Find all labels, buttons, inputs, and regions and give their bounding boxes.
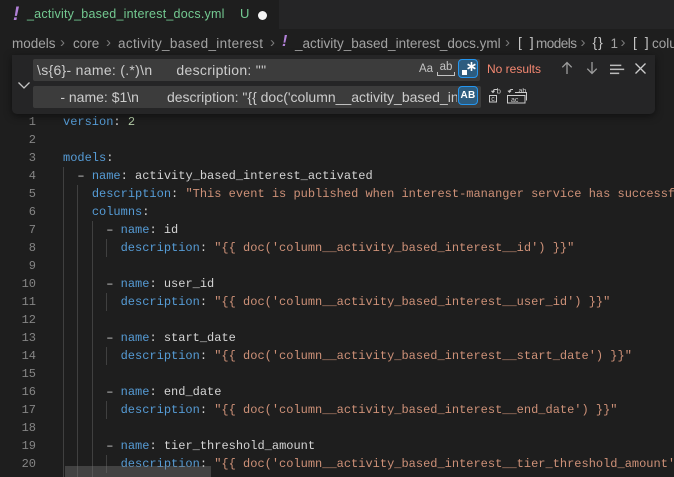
svg-text:c: c: [491, 96, 495, 103]
svg-text:ac: ac: [511, 97, 519, 104]
svg-text:ab: ab: [519, 88, 527, 95]
svg-text:b: b: [497, 87, 501, 95]
